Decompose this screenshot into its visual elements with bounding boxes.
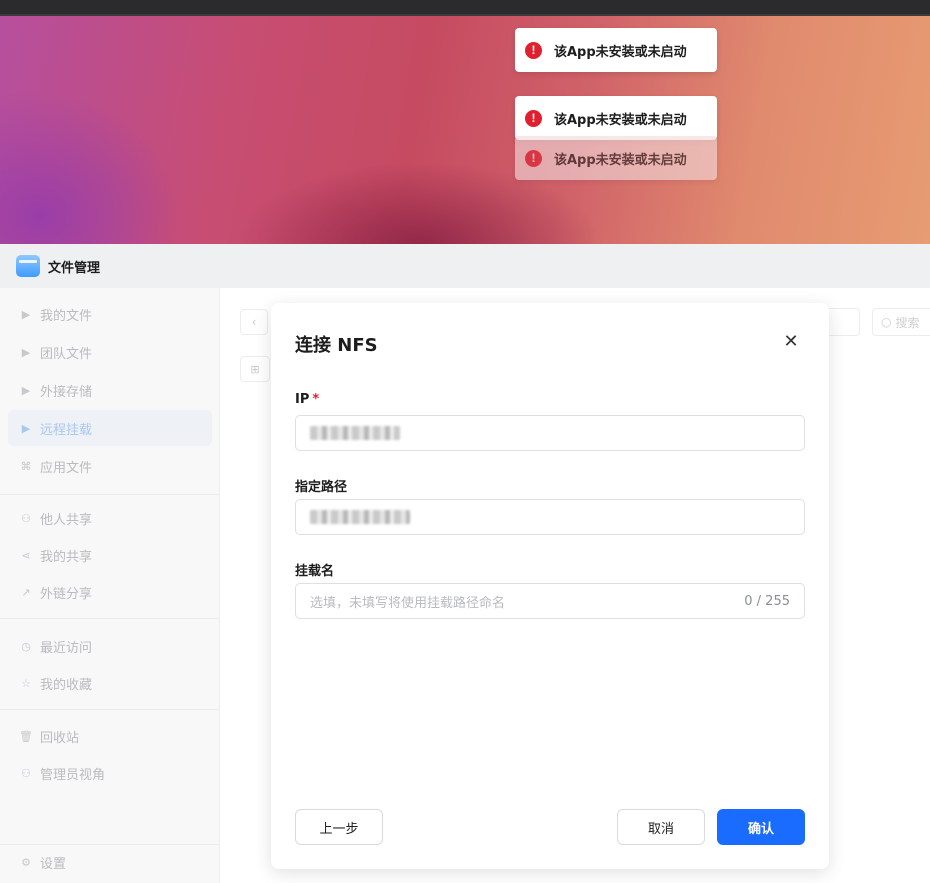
sidebar-item-external-links[interactable]: ↗ 外链分享: [8, 574, 212, 610]
error-toast: ! 该App未安装或未启动: [515, 28, 717, 72]
path-label-text: 指定路径: [295, 480, 348, 495]
error-toast: ! 该App未安装或未启动: [515, 96, 717, 140]
sidebar-item-label: 应用文件: [40, 460, 93, 476]
mount-name-input[interactable]: 选填，未填写将使用挂载路径命名 0 / 255: [295, 583, 805, 619]
sidebar-item-admin-view[interactable]: ⚇ 管理员视角: [8, 755, 212, 791]
search-icon: ○: [881, 315, 892, 329]
ip-label-text: IP: [295, 392, 310, 407]
redacted-value: [310, 426, 400, 440]
chevron-left-icon: ‹: [251, 315, 257, 329]
sidebar-item-label: 我的收藏: [40, 677, 93, 693]
confirm-button[interactable]: 确认: [717, 809, 805, 845]
sidebar-item-label: 团队文件: [40, 346, 93, 362]
sidebar: ▶ 我的文件 ▶ 团队文件 ▶ 外接存储 ▶ 远程挂载 ⌘ 应用文件 ⚇ 他人共…: [0, 288, 220, 883]
error-icon: !: [525, 149, 542, 167]
dialog-title: 连接 NFS: [295, 335, 378, 356]
search-box[interactable]: ○ 搜索: [872, 308, 930, 336]
gear-icon: ⚙: [21, 855, 31, 869]
desktop-wallpaper: [0, 16, 930, 244]
folder-plus-icon: ⊞: [250, 362, 260, 376]
sidebar-divider: [0, 709, 219, 710]
toast-message: 该App未安装或未启动: [554, 44, 687, 60]
char-counter: 0 / 255: [744, 593, 790, 609]
sidebar-item-label: 设置: [40, 856, 67, 872]
sidebar-item-label: 外链分享: [40, 586, 93, 602]
error-toast: ! 该App未安装或未启动: [515, 136, 717, 180]
sidebar-item-team-files[interactable]: ▶ 团队文件: [8, 334, 212, 370]
path-input[interactable]: [295, 499, 805, 535]
sidebar-item-my-shares[interactable]: ⋖ 我的共享: [8, 537, 212, 573]
app-title: 文件管理: [48, 260, 101, 276]
new-folder-button[interactable]: ⊞: [240, 356, 270, 382]
cancel-button[interactable]: 取消: [617, 809, 705, 845]
caret-right-icon: ▶: [21, 383, 31, 397]
clock-icon: ◷: [21, 639, 31, 653]
mount-name-label-text: 挂载名: [295, 564, 335, 579]
sidebar-divider: [0, 618, 219, 619]
redacted-value: [310, 510, 410, 524]
sidebar-item-label: 远程挂载: [40, 422, 93, 438]
sidebar-item-my-files[interactable]: ▶ 我的文件: [8, 296, 212, 332]
sidebar-item-app-files[interactable]: ⌘ 应用文件: [8, 448, 212, 484]
mount-name-label: 挂载名: [295, 560, 334, 579]
sidebar-divider: [0, 494, 219, 495]
sidebar-item-external-storage[interactable]: ▶ 外接存储: [8, 372, 212, 408]
path-label: 指定路径: [295, 476, 347, 495]
sidebar-item-label: 我的共享: [40, 549, 93, 565]
user-share-icon: ⚇: [21, 511, 31, 525]
previous-step-button[interactable]: 上一步: [295, 809, 383, 845]
sidebar-item-label: 他人共享: [40, 512, 93, 528]
ip-input[interactable]: [295, 415, 805, 451]
sidebar-item-label: 管理员视角: [40, 767, 106, 783]
share-icon: ⋖: [21, 548, 31, 562]
sidebar-item-shared-with-me[interactable]: ⚇ 他人共享: [8, 500, 212, 536]
sidebar-item-label: 我的文件: [40, 308, 93, 324]
sidebar-item-settings[interactable]: ⚙ 设置: [8, 844, 212, 880]
apps-icon: ⌘: [20, 459, 32, 473]
app-header: 文件管理: [0, 244, 930, 288]
required-mark: *: [312, 392, 320, 407]
sidebar-item-label: 最近访问: [40, 640, 93, 656]
sidebar-item-remote-mount[interactable]: ▶ 远程挂载: [8, 410, 212, 446]
connect-nfs-dialog: 连接 NFS ✕ IP * 指定路径 挂载名 选填，未填写将使用挂载路径命名 0 …: [271, 303, 829, 869]
caret-right-icon: ▶: [21, 421, 31, 435]
sidebar-item-label: 外接存储: [40, 384, 93, 400]
mount-name-placeholder: 选填，未填写将使用挂载路径命名: [310, 595, 506, 611]
sidebar-item-favorites[interactable]: ☆ 我的收藏: [8, 665, 212, 701]
sidebar-item-recent[interactable]: ◷ 最近访问: [8, 628, 212, 664]
search-placeholder: 搜索: [895, 315, 920, 330]
error-icon: !: [525, 109, 542, 127]
caret-right-icon: ▶: [21, 345, 31, 359]
admin-icon: ⚇: [21, 766, 31, 780]
toast-message: 该App未安装或未启动: [554, 112, 687, 128]
error-icon: !: [525, 41, 542, 59]
caret-right-icon: ▶: [21, 307, 31, 321]
sidebar-item-recycle-bin[interactable]: 🗑 回收站: [8, 718, 212, 754]
star-icon: ☆: [21, 676, 31, 690]
close-icon[interactable]: ✕: [781, 331, 801, 352]
sidebar-item-label: 回收站: [40, 730, 80, 746]
external-link-icon: ↗: [21, 585, 31, 599]
back-button[interactable]: ‹: [240, 309, 268, 335]
trash-icon: 🗑: [19, 729, 33, 743]
ip-label: IP *: [295, 392, 319, 407]
window-top-bar: [0, 0, 930, 16]
file-manager-logo-icon: [16, 255, 40, 277]
toast-message: 该App未安装或未启动: [554, 152, 687, 168]
